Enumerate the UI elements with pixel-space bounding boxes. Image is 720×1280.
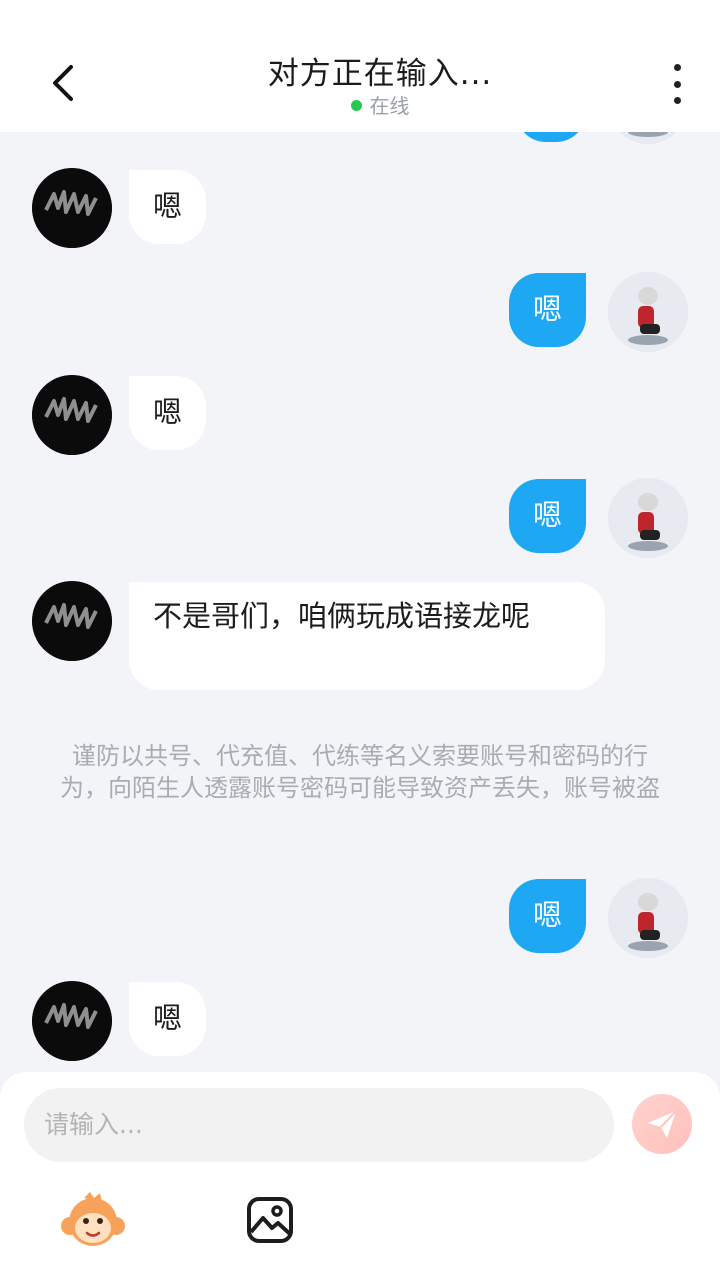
message-bubble-other[interactable]: 嗯 [129,982,207,1056]
message-composer: 请输入... [0,1072,720,1280]
monkey-emoji-icon [61,1192,125,1246]
online-dot-icon [350,100,362,111]
avatar-self[interactable] [608,132,688,144]
image-picker-button[interactable] [246,1196,294,1244]
more-dot-icon [673,80,681,88]
character-avatar-icon [608,272,688,352]
emoji-button[interactable] [60,1190,126,1250]
message-bubble-other[interactable]: 嗯 [129,170,207,244]
send-button[interactable] [632,1094,692,1154]
avatar-other[interactable] [32,375,112,455]
online-status-label: 在线 [369,94,410,118]
more-dot-icon [673,97,681,104]
message-text: 嗯 [153,395,183,429]
more-dot-icon [673,64,681,71]
graffiti-avatar-icon [32,581,112,661]
character-avatar-icon [619,132,677,144]
chat-header: 对方正在输入... 在线 [0,0,720,132]
message-bubble-self[interactable]: 嗯 [509,479,587,553]
message-bubble-other[interactable]: 不是哥们，咱俩玩成语接龙呢 [129,582,605,690]
message-text: 嗯 [533,292,563,326]
message-bubble-self-partial[interactable] [516,132,586,142]
avatar-other[interactable] [32,168,112,248]
message-text: 嗯 [153,1001,183,1035]
avatar-other[interactable] [32,981,112,1061]
message-text: 嗯 [533,498,563,532]
avatar-self[interactable] [608,878,688,958]
avatar-other[interactable] [32,581,112,661]
graffiti-avatar-icon [32,375,112,455]
image-icon [247,1197,293,1243]
message-bubble-self[interactable]: 嗯 [509,273,587,347]
more-options-button[interactable] [662,64,692,104]
graffiti-avatar-icon [32,981,112,1061]
security-notice: 谨防以共号、代充值、代练等名义索要账号和密码的行为，向陌生人透露账号密码可能导致… [60,742,660,802]
message-input[interactable]: 请输入... [24,1088,614,1162]
message-bubble-self[interactable]: 嗯 [509,879,587,953]
avatar-self[interactable] [608,272,688,352]
character-avatar-icon [608,878,688,958]
send-icon [648,1110,677,1138]
chat-title: 对方正在输入... [267,56,493,92]
graffiti-avatar-icon [32,168,112,248]
avatar-self[interactable] [608,478,688,558]
message-text: 嗯 [533,898,563,932]
online-status: 在线 [0,90,720,119]
message-text: 不是哥们，咱俩玩成语接龙呢 [153,599,531,633]
message-text: 嗯 [153,189,183,223]
message-list[interactable]: 嗯 嗯 嗯 嗯 不是哥们，咱俩玩成语接龙呢 谨防以共号、代充值、代练等名义索要账… [0,132,720,1072]
message-bubble-other[interactable]: 嗯 [129,376,207,450]
character-avatar-icon [608,478,688,558]
